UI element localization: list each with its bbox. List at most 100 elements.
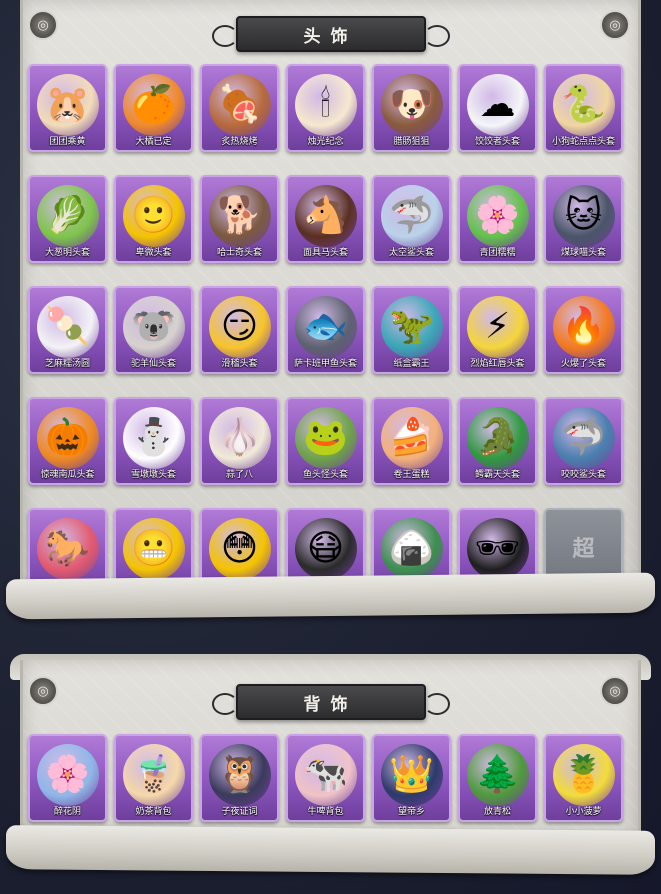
head-item-tile[interactable]: 🐸 鱼头怪头套 bbox=[286, 397, 365, 485]
head-item-label: 小狗蛇点点头套 bbox=[551, 137, 615, 147]
head-item-label: 团团乘黄 bbox=[49, 137, 86, 147]
head-item-label: 烛光纪念 bbox=[307, 137, 344, 147]
back-item-tile[interactable]: 🌸 醉花阴 bbox=[28, 734, 107, 822]
head-item-icon: 🐎 bbox=[36, 518, 99, 580]
bottom-right-ornament-icon: ◎ bbox=[600, 676, 630, 706]
head-item-tile[interactable]: 🌸 青团糯糯 bbox=[458, 175, 537, 263]
head-item-tile[interactable]: ⛄ 雪墩墩头套 bbox=[114, 397, 193, 485]
head-item-label: 卑微头套 bbox=[135, 248, 172, 258]
head-item-label: 芝麻糯汤圆 bbox=[44, 359, 90, 369]
back-item-label: 牛啤背包 bbox=[307, 807, 344, 817]
head-item-tile[interactable]: 🧄 蒜了八 bbox=[200, 397, 279, 485]
head-item-label: 咬咬鲨头套 bbox=[560, 470, 606, 480]
head-item-label: 火爆了头套 bbox=[560, 359, 606, 369]
head-item-tile[interactable]: 🐴 面具马头套 bbox=[286, 175, 365, 263]
head-item-label: 蒜了八 bbox=[225, 470, 253, 480]
head-item-label: 滑稽头套 bbox=[221, 359, 258, 369]
scroll-bottom-edge bbox=[6, 572, 655, 620]
back-item-tile[interactable]: 👑 望帝乡 bbox=[372, 734, 451, 822]
head-item-tile[interactable]: 🐱 煤球喵头套 bbox=[544, 175, 623, 263]
head-item-icon: 🧄 bbox=[208, 407, 271, 469]
head-item-tile[interactable]: 🐹 团团乘黄 bbox=[28, 64, 107, 152]
head-item-tile[interactable]: 🍊 大橘已定 bbox=[114, 64, 193, 152]
back-item-label: 醉花阴 bbox=[53, 807, 81, 817]
head-item-tile[interactable]: ⚡ 烈焰红唇头套 bbox=[458, 286, 537, 374]
back-item-label: 望帝乡 bbox=[397, 807, 425, 817]
head-item-label: 大橘已定 bbox=[135, 137, 172, 147]
head-item-icon: 😷 bbox=[294, 518, 357, 580]
head-item-tile[interactable]: 🎃 惊魂南瓜头套 bbox=[28, 397, 107, 485]
head-item-tile[interactable]: 🐨 驼羊仙头套 bbox=[114, 286, 193, 374]
back-item-icon: 🦉 bbox=[208, 744, 271, 806]
head-item-label: 鱼头怪头套 bbox=[302, 470, 348, 480]
head-item-label: 炙热烧烤 bbox=[221, 137, 258, 147]
back-item-label: 放青松 bbox=[483, 807, 511, 817]
back-accessory-grid: 🌸 醉花阴 🧋 奶茶背包 🦉 子夜证词 🐄 牛啤背包 👑 望帝乡 🌲 放青松 🍍 小小菠萝 bbox=[28, 734, 623, 822]
head-item-tile[interactable]: ☁ 饺饺者头套 bbox=[458, 64, 537, 152]
head-item-label: 驼羊仙头套 bbox=[130, 359, 176, 369]
head-item-tile[interactable]: 🥬 大葱明头套 bbox=[28, 175, 107, 263]
top-left-ornament-icon: ◎ bbox=[28, 10, 58, 40]
head-item-tile[interactable]: 🦖 纸盒霸王 bbox=[372, 286, 451, 374]
head-item-icon: 🐊 bbox=[466, 407, 529, 469]
head-accessory-grid: 🐹 团团乘黄 🍊 大橘已定 🍖 炙热烧烤 🕯 烛光纪念 🐶 腊肠狙狙 ☁ 饺饺者头套 🐍 小狗蛇点点头套 🥬… bbox=[28, 64, 623, 596]
back-item-icon: 🐄 bbox=[294, 744, 357, 806]
head-item-tile[interactable]: 🐟 萨卡班甲鱼头套 bbox=[286, 286, 365, 374]
head-item-label: 大葱明头套 bbox=[44, 248, 90, 258]
top-right-ornament-icon: ◎ bbox=[600, 10, 630, 40]
locked-watermark-icon: 超 bbox=[572, 536, 595, 562]
head-item-tile[interactable]: 🔥 火爆了头套 bbox=[544, 286, 623, 374]
back-item-icon: 👑 bbox=[380, 744, 443, 806]
head-item-icon: 🐸 bbox=[294, 407, 357, 469]
head-item-label: 雪墩墩头套 bbox=[130, 470, 176, 480]
head-item-label: 惊魂南瓜头套 bbox=[40, 470, 95, 480]
head-item-label: 煤球喵头套 bbox=[560, 248, 606, 258]
back-item-icon: 🌸 bbox=[36, 744, 99, 806]
head-item-tile[interactable]: 🍰 卷王蛋糕 bbox=[372, 397, 451, 485]
head-item-icon: 🕶 bbox=[466, 518, 529, 580]
head-item-icon: 😬 bbox=[122, 518, 185, 580]
head-item-icon: ☁ bbox=[466, 74, 529, 136]
head-item-icon: 🙂 bbox=[122, 185, 185, 247]
back-item-icon: 🍍 bbox=[552, 744, 615, 806]
back-item-tile[interactable]: 🌲 放青松 bbox=[458, 734, 537, 822]
head-item-tile[interactable]: 🙂 卑微头套 bbox=[114, 175, 193, 263]
head-item-icon: ⛄ bbox=[122, 407, 185, 469]
head-item-tile[interactable]: 😏 滑稽头套 bbox=[200, 286, 279, 374]
head-item-label: 太空鲨头套 bbox=[388, 248, 434, 258]
head-item-icon: 🍡 bbox=[36, 296, 99, 358]
head-item-icon: 🌸 bbox=[466, 185, 529, 247]
head-item-label: 卷王蛋糕 bbox=[393, 470, 430, 480]
head-item-icon: 😳 bbox=[208, 518, 271, 580]
head-item-icon: 🍙 bbox=[380, 518, 443, 580]
head-item-icon: 🐹 bbox=[36, 74, 99, 136]
head-item-icon: 🐴 bbox=[294, 185, 357, 247]
head-item-tile[interactable]: 🦈 咬咬鲨头套 bbox=[544, 397, 623, 485]
head-item-tile[interactable]: 🐍 小狗蛇点点头套 bbox=[544, 64, 623, 152]
head-item-tile[interactable]: 🐕 哈士奇头套 bbox=[200, 175, 279, 263]
back-item-label: 子夜证词 bbox=[221, 807, 258, 817]
head-item-tile[interactable]: 🍡 芝麻糯汤圆 bbox=[28, 286, 107, 374]
back-item-tile[interactable]: 🧋 奶茶背包 bbox=[114, 734, 193, 822]
head-item-label: 面具马头套 bbox=[302, 248, 348, 258]
head-item-tile[interactable]: 🐶 腊肠狙狙 bbox=[372, 64, 451, 152]
head-item-icon: 🦈 bbox=[552, 407, 615, 469]
head-item-label: 哈士奇头套 bbox=[216, 248, 262, 258]
back-item-label: 小小菠萝 bbox=[565, 807, 602, 817]
head-item-label: 纸盒霸王 bbox=[393, 359, 430, 369]
head-item-tile[interactable]: 🦈 太空鲨头套 bbox=[372, 175, 451, 263]
head-item-tile[interactable]: 🕯 烛光纪念 bbox=[286, 64, 365, 152]
head-item-tile[interactable]: 🐊 鳄霸天头套 bbox=[458, 397, 537, 485]
head-item-label: 饺饺者头套 bbox=[474, 137, 520, 147]
head-item-label: 腊肠狙狙 bbox=[393, 137, 430, 147]
back-item-icon: 🧋 bbox=[122, 744, 185, 806]
head-item-icon: 🐱 bbox=[552, 185, 615, 247]
head-item-icon: 🐍 bbox=[552, 74, 615, 136]
back-item-tile[interactable]: 🐄 牛啤背包 bbox=[286, 734, 365, 822]
head-item-icon: 🐟 bbox=[294, 296, 357, 358]
back-item-tile[interactable]: 🍍 小小菠萝 bbox=[544, 734, 623, 822]
head-item-icon: 🔥 bbox=[552, 296, 615, 358]
back-item-tile[interactable]: 🦉 子夜证词 bbox=[200, 734, 279, 822]
head-item-icon: 🥬 bbox=[36, 185, 99, 247]
head-item-tile[interactable]: 🍖 炙热烧烤 bbox=[200, 64, 279, 152]
